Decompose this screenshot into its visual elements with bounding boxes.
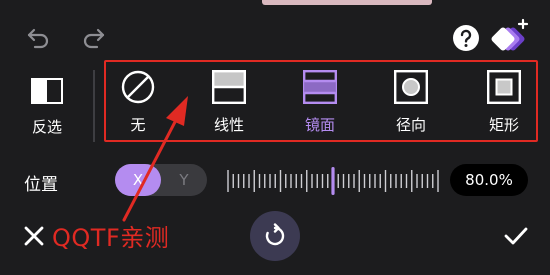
mask-option-none[interactable]: 无 xyxy=(108,70,168,134)
position-label: 位置 xyxy=(24,175,58,195)
reset-icon xyxy=(265,223,285,246)
image-preview-edge xyxy=(262,0,432,5)
rectangle-icon xyxy=(487,70,521,104)
redo-icon xyxy=(83,28,105,49)
mask-label: 径向 xyxy=(395,116,426,134)
none-icon xyxy=(121,70,155,104)
reset-button[interactable] xyxy=(250,211,300,261)
invert-label: 反选 xyxy=(31,118,62,136)
mask-option-radial[interactable]: 径向 xyxy=(381,70,441,134)
position-slider[interactable] xyxy=(224,166,442,196)
help-button[interactable] xyxy=(450,22,482,54)
close-icon[interactable] xyxy=(22,224,46,248)
mask-label: 无 xyxy=(130,116,146,134)
watermark-text: QQTF亲测 xyxy=(52,224,170,252)
invert-button[interactable]: 反选 xyxy=(24,75,70,137)
mask-label: 矩形 xyxy=(488,116,519,134)
undo-icon xyxy=(27,28,49,49)
position-value: 80.0% xyxy=(450,164,528,196)
confirm-check-icon[interactable] xyxy=(503,224,529,248)
mirror-icon xyxy=(303,70,337,104)
help-icon xyxy=(453,25,479,51)
slider-handle[interactable] xyxy=(331,167,335,195)
mask-option-rectangle[interactable]: 矩形 xyxy=(474,70,534,134)
invert-icon xyxy=(30,75,64,106)
mask-option-mirror[interactable]: 镜面 xyxy=(290,70,350,134)
axis-y-button[interactable]: Y xyxy=(161,164,207,196)
mask-label: 线性 xyxy=(213,116,244,134)
mask-label: 镜面 xyxy=(304,116,335,134)
add-layer-button[interactable] xyxy=(490,18,530,56)
undo-button[interactable] xyxy=(22,22,54,54)
divider xyxy=(93,70,95,142)
axis-x-button[interactable]: X xyxy=(115,164,161,196)
radial-icon xyxy=(394,70,428,104)
redo-button[interactable] xyxy=(78,22,110,54)
axis-toggle: X Y xyxy=(115,164,207,196)
mask-option-linear[interactable]: 线性 xyxy=(199,70,259,134)
linear-icon xyxy=(212,70,246,104)
stacked-layers-plus-icon xyxy=(491,18,529,51)
